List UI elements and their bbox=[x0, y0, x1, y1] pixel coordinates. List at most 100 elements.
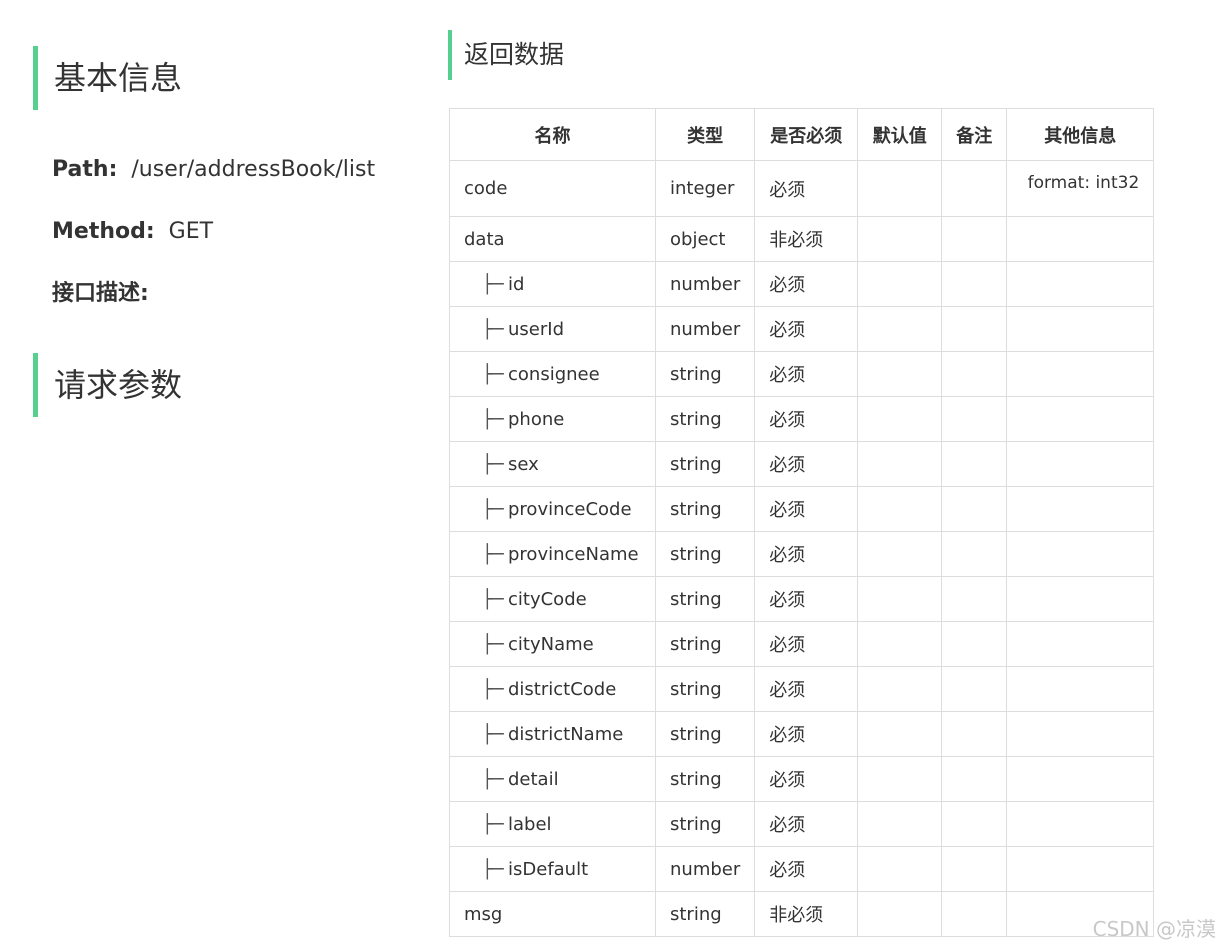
field-name: districtCode bbox=[508, 678, 617, 700]
field-required-cell: 必须 bbox=[754, 801, 859, 847]
field-other-cell bbox=[1006, 441, 1155, 487]
table-header-row: 名称 类型 是否必须 默认值 备注 其他信息 bbox=[449, 108, 1155, 161]
field-type-cell: number bbox=[654, 846, 756, 892]
field-note-cell bbox=[941, 306, 1008, 352]
field-other-cell bbox=[1006, 711, 1155, 757]
field-name: id bbox=[508, 273, 525, 295]
field-name-cell: ├─ sex bbox=[449, 441, 656, 487]
field-default-cell bbox=[857, 621, 943, 667]
field-note-cell bbox=[941, 801, 1008, 847]
field-name-cell: ├─ districtName bbox=[449, 711, 656, 757]
field-default-cell bbox=[857, 160, 943, 217]
field-required-cell: 必须 bbox=[754, 711, 859, 757]
field-required-cell: 必须 bbox=[754, 576, 859, 622]
field-type-cell: string bbox=[654, 621, 756, 667]
field-note-cell bbox=[941, 396, 1008, 442]
field-required-cell: 必须 bbox=[754, 666, 859, 712]
description-line: 接口描述: bbox=[52, 274, 163, 314]
field-default-cell bbox=[857, 441, 943, 487]
tree-branch-icon: ├─ bbox=[482, 543, 504, 565]
field-default-cell bbox=[857, 306, 943, 352]
field-type-cell: string bbox=[654, 666, 756, 712]
field-required-cell: 必须 bbox=[754, 160, 859, 217]
field-note-cell bbox=[941, 216, 1008, 262]
field-note-cell bbox=[941, 756, 1008, 802]
field-note-cell bbox=[941, 160, 1008, 217]
table-row: ├─ districtCode string 必须 bbox=[449, 666, 1155, 712]
basic-info-heading: 基本信息 bbox=[33, 46, 393, 110]
header-other: 其他信息 bbox=[1006, 108, 1155, 161]
table-row: msg string 非必须 bbox=[449, 891, 1155, 937]
header-note: 备注 bbox=[941, 108, 1008, 161]
request-params-heading: 请求参数 bbox=[33, 353, 393, 417]
method-colon: : bbox=[145, 219, 155, 244]
field-type-cell: string bbox=[654, 531, 756, 577]
field-type-cell: number bbox=[654, 261, 756, 307]
field-name: sex bbox=[508, 453, 539, 475]
field-default-cell bbox=[857, 216, 943, 262]
field-name-cell: ├─ provinceCode bbox=[449, 486, 656, 532]
field-note-cell bbox=[941, 891, 1008, 937]
field-type-cell: object bbox=[654, 216, 756, 262]
field-type-cell: string bbox=[654, 486, 756, 532]
field-name-cell: ├─ id bbox=[449, 261, 656, 307]
table-row: ├─ cityCode string 必须 bbox=[449, 576, 1155, 622]
field-required-cell: 必须 bbox=[754, 351, 859, 397]
field-name-cell: ├─ phone bbox=[449, 396, 656, 442]
field-name-cell: msg bbox=[449, 891, 656, 937]
table-row: ├─ isDefault number 必须 bbox=[449, 846, 1155, 892]
table-body: code integer 必须 format: int32 data object 非必须 ├… bbox=[449, 160, 1155, 937]
field-other-cell bbox=[1006, 216, 1155, 262]
field-type-cell: string bbox=[654, 576, 756, 622]
field-note-cell bbox=[941, 621, 1008, 667]
field-other-cell bbox=[1006, 306, 1155, 352]
field-name: data bbox=[464, 228, 505, 250]
tree-branch-icon: ├─ bbox=[482, 858, 504, 880]
tree-branch-icon: ├─ bbox=[482, 633, 504, 655]
tree-branch-icon: ├─ bbox=[482, 363, 504, 385]
field-default-cell bbox=[857, 846, 943, 892]
field-name-cell: ├─ provinceName bbox=[449, 531, 656, 577]
method-value: GET bbox=[168, 219, 214, 244]
field-name: consignee bbox=[508, 363, 600, 385]
field-required-cell: 必须 bbox=[754, 756, 859, 802]
field-other-cell bbox=[1006, 846, 1155, 892]
field-required-cell: 必须 bbox=[754, 261, 859, 307]
field-name: districtName bbox=[508, 723, 624, 745]
field-type-cell: string bbox=[654, 396, 756, 442]
field-default-cell bbox=[857, 261, 943, 307]
field-name: userId bbox=[508, 318, 564, 340]
field-name-cell: code bbox=[449, 160, 656, 217]
field-name-cell: ├─ userId bbox=[449, 306, 656, 352]
field-required-cell: 必须 bbox=[754, 846, 859, 892]
tree-branch-icon: ├─ bbox=[482, 498, 504, 520]
field-note-cell bbox=[941, 576, 1008, 622]
field-default-cell bbox=[857, 486, 943, 532]
field-name: cityCode bbox=[508, 588, 587, 610]
field-name: label bbox=[508, 813, 552, 835]
path-line: Path: /user/addressBook/list bbox=[52, 150, 375, 190]
tree-branch-icon: ├─ bbox=[482, 588, 504, 610]
field-name: cityName bbox=[508, 633, 594, 655]
field-type-cell: string bbox=[654, 441, 756, 487]
table-row: ├─ id number 必须 bbox=[449, 261, 1155, 307]
field-other-cell bbox=[1006, 801, 1155, 847]
field-type-cell: number bbox=[654, 306, 756, 352]
field-other-cell bbox=[1006, 621, 1155, 667]
field-name: code bbox=[464, 178, 508, 199]
field-other-cell bbox=[1006, 756, 1155, 802]
field-required-cell: 必须 bbox=[754, 621, 859, 667]
field-type-cell: string bbox=[654, 801, 756, 847]
field-default-cell bbox=[857, 891, 943, 937]
header-required: 是否必须 bbox=[754, 108, 859, 161]
table-row: ├─ cityName string 必须 bbox=[449, 621, 1155, 667]
field-default-cell bbox=[857, 756, 943, 802]
response-data-heading: 返回数据 bbox=[448, 30, 564, 80]
field-type-cell: string bbox=[654, 351, 756, 397]
table-row: ├─ phone string 必须 bbox=[449, 396, 1155, 442]
path-value: /user/addressBook/list bbox=[131, 157, 376, 182]
header-type: 类型 bbox=[654, 108, 756, 161]
field-required-cell: 非必须 bbox=[754, 891, 859, 937]
table-row: ├─ provinceCode string 必须 bbox=[449, 486, 1155, 532]
field-type-cell: integer bbox=[654, 160, 756, 217]
